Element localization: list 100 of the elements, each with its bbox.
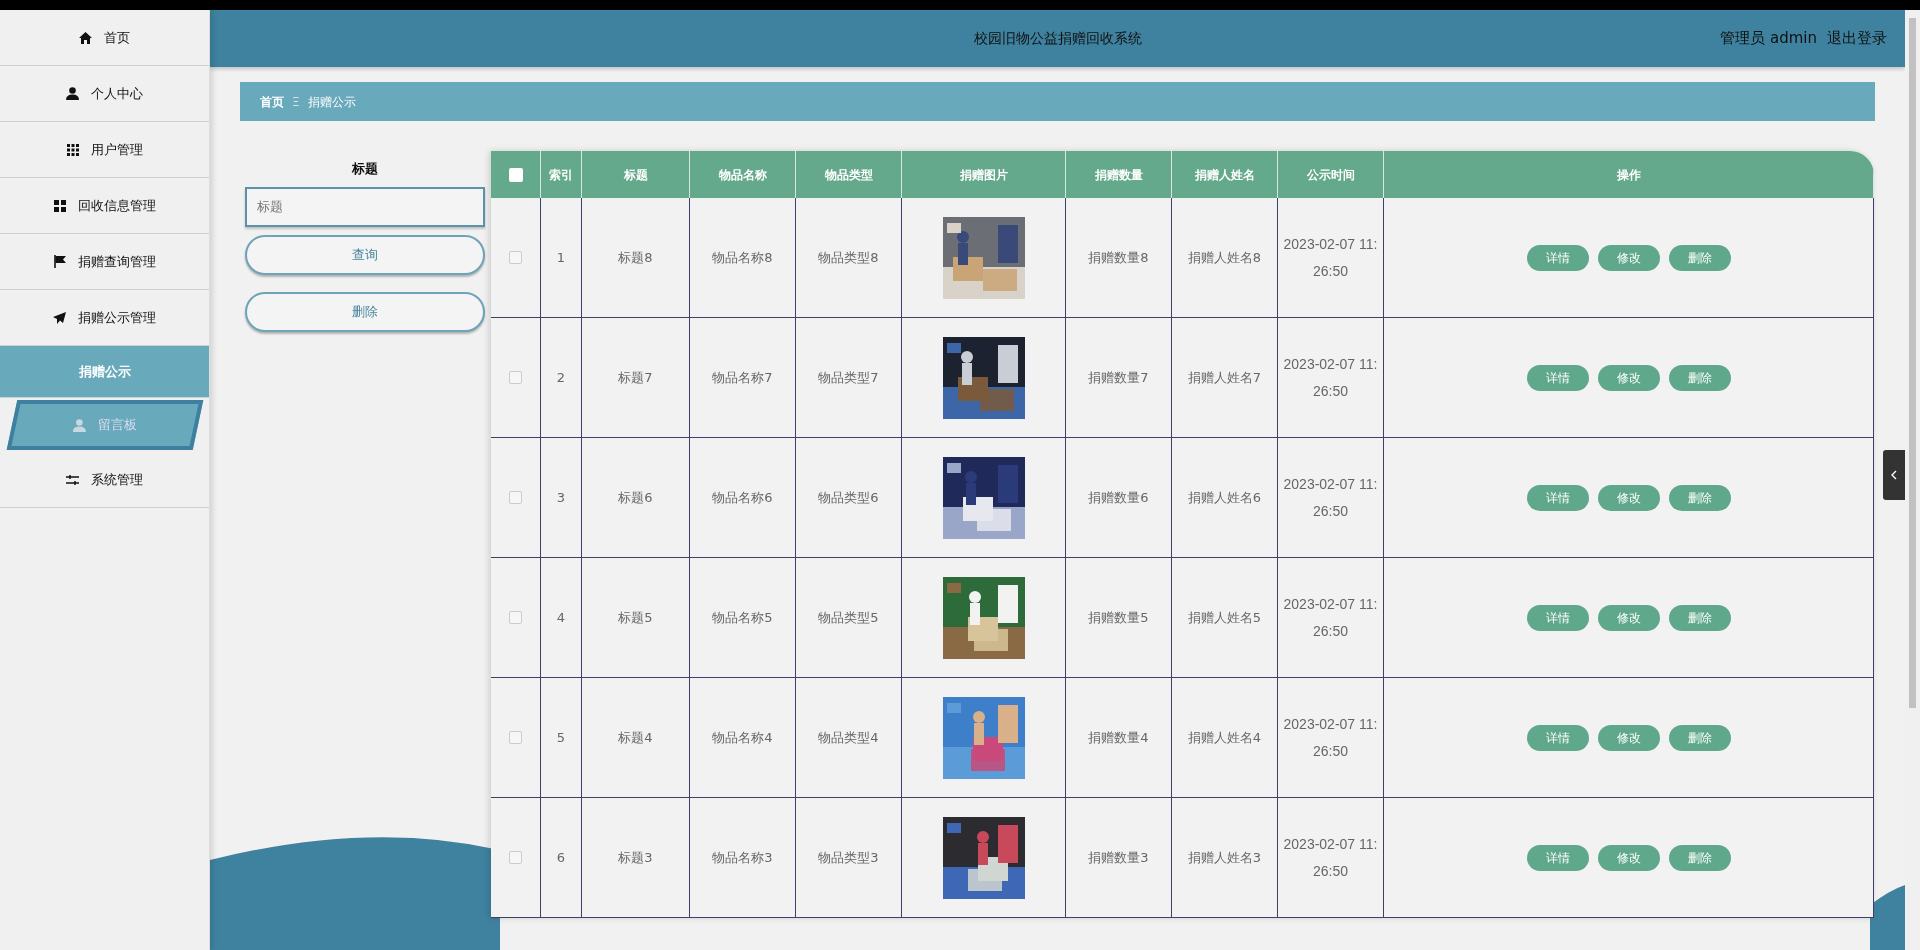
logout-link[interactable]: 退出登录 [1827, 27, 1887, 50]
table-cell: 捐赠人姓名7 [1172, 318, 1278, 438]
edit-button[interactable]: 修改 [1597, 724, 1660, 751]
breadcrumb-home[interactable]: 首页 [260, 92, 284, 111]
edit-button[interactable]: 修改 [1597, 484, 1660, 511]
menu-item[interactable]: 回收信息管理 [0, 178, 209, 234]
menu-item[interactable]: 捐赠查询管理 [0, 234, 209, 290]
tiles-icon [53, 199, 66, 212]
column-header: 物品类型 [796, 151, 902, 198]
grid-icon [66, 143, 79, 156]
table-cell: 物品类型3 [796, 798, 902, 918]
details-button[interactable]: 详情 [1526, 244, 1589, 271]
table-cell: 捐赠人姓名4 [1172, 678, 1278, 798]
table-cell: 标题7 [582, 318, 690, 438]
table-cell: 捐赠人姓名5 [1172, 558, 1278, 678]
menu-item[interactable]: 首页 [0, 10, 209, 66]
table-cell: 3 [541, 438, 582, 558]
table-cell: 标题4 [582, 678, 690, 798]
submenu-item[interactable]: 捐赠公示 [0, 346, 209, 398]
delete-button[interactable]: 删除 [1668, 604, 1731, 631]
table-cell: 物品名称4 [690, 678, 796, 798]
table-cell: 物品名称8 [690, 198, 796, 318]
edit-button[interactable]: 修改 [1597, 844, 1660, 871]
column-header: 操作 [1384, 151, 1874, 198]
menu-item[interactable]: 系统管理 [0, 452, 209, 508]
menu-item[interactable]: 捐赠公示管理 [0, 290, 209, 346]
edit-button[interactable]: 修改 [1597, 604, 1660, 631]
breadcrumb-current: 捐赠公示 [307, 93, 356, 111]
scrollbar[interactable] [1905, 10, 1920, 950]
table-cell: 物品名称5 [690, 558, 796, 678]
delete-button[interactable]: 删除 [1668, 364, 1731, 391]
delete-button[interactable]: 删除 [245, 291, 485, 332]
user-icon [73, 418, 86, 432]
row-checkbox[interactable] [509, 731, 522, 744]
search-field[interactable]: 标题 [245, 186, 485, 227]
row-checkbox[interactable] [509, 851, 522, 864]
details-button[interactable]: 详情 [1526, 844, 1589, 871]
column-header: 捐赠数量 [1066, 151, 1172, 198]
table-cell-text: 2023-02-07 11:26:50 [1282, 474, 1379, 521]
field-label: 标题 [352, 160, 378, 178]
table-cell: 物品类型7 [796, 318, 902, 438]
table-cell: 2 [541, 318, 582, 438]
user-icon [66, 87, 79, 100]
table-cell: 物品类型6 [796, 438, 902, 558]
home-icon [79, 31, 92, 44]
chevron-left-icon [1891, 470, 1897, 480]
sliders-icon [66, 473, 79, 486]
row-checkbox[interactable] [509, 371, 522, 384]
table-cell: 物品类型8 [796, 198, 902, 318]
table-cell: 标题5 [582, 558, 690, 678]
table-cell: 捐赠数量7 [1066, 318, 1172, 438]
table-cell: 物品名称7 [690, 318, 796, 438]
delete-button[interactable]: 删除 [1668, 844, 1731, 871]
menu-item[interactable]: 用户管理 [0, 122, 209, 178]
table-cell-text: 2023-02-07 11:26:50 [1282, 234, 1379, 281]
details-button[interactable]: 详情 [1526, 724, 1589, 751]
table-cell: 捐赠人姓名6 [1172, 438, 1278, 558]
menu-item[interactable]: 留言板 [6, 400, 204, 450]
table-cell-text: 2023-02-07 11:26:50 [1282, 834, 1379, 881]
edit-button[interactable]: 修改 [1597, 244, 1660, 271]
table-cell: 标题3 [582, 798, 690, 918]
table-cell: 标题8 [582, 198, 690, 318]
table-cell: 捐赠人姓名8 [1172, 198, 1278, 318]
row-checkbox[interactable] [509, 251, 522, 264]
delete-button[interactable]: 删除 [1668, 484, 1731, 511]
table-cell-text: 2023-02-07 11:26:50 [1282, 594, 1379, 641]
details-button[interactable]: 详情 [1526, 484, 1589, 511]
table-cell: 标题6 [582, 438, 690, 558]
delete-button[interactable]: 删除 [1668, 724, 1731, 751]
table-cell: 捐赠数量6 [1066, 438, 1172, 558]
column-header: 索引 [541, 151, 582, 198]
column-header: 标题 [582, 151, 690, 198]
column-header: 物品名称 [690, 151, 796, 198]
table-cell-text: 2023-02-07 11:26:50 [1282, 354, 1379, 401]
collapse-button[interactable] [1883, 450, 1905, 500]
menu-item[interactable]: 个人中心 [0, 66, 209, 122]
table-cell: 6 [541, 798, 582, 918]
send-icon [53, 311, 66, 324]
table-cell: 捐赠数量5 [1066, 558, 1172, 678]
table-cell: 物品名称3 [690, 798, 796, 918]
table-cell: 捐赠数量3 [1066, 798, 1172, 918]
edit-button[interactable]: 修改 [1597, 364, 1660, 391]
details-button[interactable]: 详情 [1526, 604, 1589, 631]
select-all-checkbox[interactable] [508, 167, 523, 182]
app-title: 校园旧物公益捐赠回收系统 [973, 29, 1142, 48]
table-cell: 1 [541, 198, 582, 318]
table-cell: 物品类型4 [796, 678, 902, 798]
breadcrumb-separator: Ξ [292, 93, 300, 111]
row-checkbox[interactable] [509, 611, 522, 624]
delete-button[interactable]: 删除 [1668, 244, 1731, 271]
details-button[interactable]: 详情 [1526, 364, 1589, 391]
table-cell: 捐赠人姓名3 [1172, 798, 1278, 918]
table-cell-text: 2023-02-07 11:26:50 [1282, 714, 1379, 761]
row-checkbox[interactable] [509, 491, 522, 504]
table-cell: 物品类型5 [796, 558, 902, 678]
column-header: 公示时间 [1278, 151, 1384, 198]
table-cell: 4 [541, 558, 582, 678]
search-button[interactable]: 查询 [245, 234, 485, 275]
column-header: 捐赠图片 [902, 151, 1066, 198]
user-label: 管理员 admin [1720, 28, 1817, 50]
